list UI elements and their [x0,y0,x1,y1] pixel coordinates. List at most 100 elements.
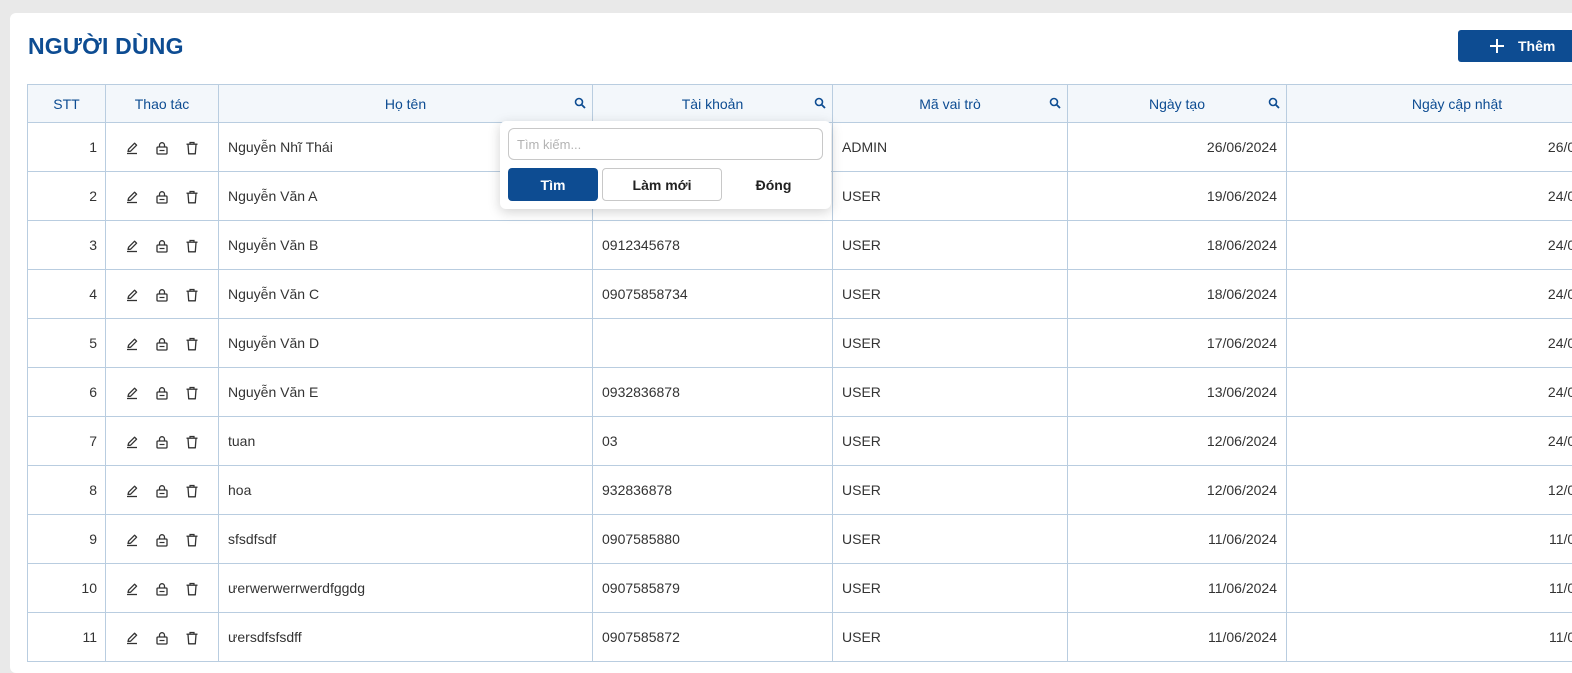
cell-role: USER [833,172,1068,221]
table-row[interactable]: 10ưerwerwerrwerdfggdg0907585879USER11/06… [28,564,1572,613]
col-header-role: Mã vai trò [833,85,1068,123]
trash-icon[interactable] [185,239,199,253]
search-button[interactable]: Tìm [508,168,598,201]
trash-icon[interactable] [185,190,199,204]
table-row[interactable]: 8hoa932836878USER12/06/202412/06/2024 [28,466,1572,515]
cell-updated: 11/06/2024 [1287,613,1572,662]
table-row[interactable]: 7tuan03USER12/06/202424/06/2024 [28,417,1572,466]
trash-icon[interactable] [185,288,199,302]
close-button[interactable]: Đóng [726,168,821,201]
lock-icon[interactable] [155,239,169,253]
pencil-icon[interactable] [125,288,139,302]
table-row[interactable]: 4Nguyễn Văn C09075858734USER18/06/202424… [28,270,1572,319]
cell-created: 13/06/2024 [1068,368,1287,417]
cell-role: USER [833,417,1068,466]
col-header-created: Ngày tạo [1068,85,1287,123]
cell-name: ưersdfsfsdff [219,613,593,662]
cell-created: 18/06/2024 [1068,221,1287,270]
cell-role: USER [833,319,1068,368]
trash-icon[interactable] [185,386,199,400]
cell-stt: 5 [28,319,106,368]
lock-icon[interactable] [155,582,169,596]
cell-actions [106,466,219,515]
search-icon[interactable] [1049,97,1061,109]
trash-icon[interactable] [185,337,199,351]
lock-icon[interactable] [155,141,169,155]
search-icon[interactable] [574,97,586,109]
table-row[interactable]: 9sfsdfsdf0907585880USER11/06/202411/06/2… [28,515,1572,564]
trash-icon[interactable] [185,484,199,498]
cell-name: Nguyễn Văn E [219,368,593,417]
table-row[interactable]: 11ưersdfsfsdff0907585872USER11/06/202411… [28,613,1572,662]
pencil-icon[interactable] [125,337,139,351]
lock-icon[interactable] [155,631,169,645]
page-title: NGƯỜI DÙNG [28,33,184,60]
lock-icon[interactable] [155,190,169,204]
cell-name: hoa [219,466,593,515]
trash-icon[interactable] [185,533,199,547]
reset-button[interactable]: Làm mới [602,168,722,201]
trash-icon[interactable] [185,435,199,449]
col-header-actions: Thao tác [106,85,219,123]
cell-stt: 10 [28,564,106,613]
trash-icon[interactable] [185,141,199,155]
cell-created: 26/06/2024 [1068,123,1287,172]
table-row[interactable]: 5Nguyễn Văn DUSER17/06/202424/06/2024 [28,319,1572,368]
cell-created: 18/06/2024 [1068,270,1287,319]
cell-role: USER [833,466,1068,515]
cell-stt: 2 [28,172,106,221]
cell-name: sfsdfsdf [219,515,593,564]
cell-name: tuan [219,417,593,466]
cell-account: 0907585879 [593,564,833,613]
trash-icon[interactable] [185,582,199,596]
table-header-row: STT Thao tác Họ tên Tài khoản Mã vai trò… [28,85,1572,123]
cell-stt: 4 [28,270,106,319]
cell-role: USER [833,564,1068,613]
cell-account: 03 [593,417,833,466]
cell-updated: 12/06/2024 [1287,466,1572,515]
cell-account [593,319,833,368]
pencil-icon[interactable] [125,239,139,253]
lock-icon[interactable] [155,435,169,449]
cell-account: 09075858734 [593,270,833,319]
pencil-icon[interactable] [125,190,139,204]
lock-icon[interactable] [155,484,169,498]
pencil-icon[interactable] [125,141,139,155]
cell-created: 17/06/2024 [1068,319,1287,368]
cell-stt: 9 [28,515,106,564]
trash-icon[interactable] [185,631,199,645]
add-button[interactable]: Thêm [1458,30,1572,62]
cell-account: 0912345678 [593,221,833,270]
cell-role: USER [833,613,1068,662]
cell-role: USER [833,221,1068,270]
cell-account: 0907585872 [593,613,833,662]
cell-updated: 24/06/2024 [1287,417,1572,466]
cell-updated: 24/06/2024 [1287,221,1572,270]
cell-actions [106,123,219,172]
col-header-stt: STT [28,85,106,123]
cell-stt: 3 [28,221,106,270]
pencil-icon[interactable] [125,533,139,547]
pencil-icon[interactable] [125,435,139,449]
search-icon[interactable] [1268,97,1280,109]
table-row[interactable]: 3Nguyễn Văn B0912345678USER18/06/202424/… [28,221,1572,270]
search-input[interactable] [508,128,823,160]
cell-created: 11/06/2024 [1068,564,1287,613]
cell-actions [106,613,219,662]
lock-icon[interactable] [155,533,169,547]
pencil-icon[interactable] [125,631,139,645]
lock-icon[interactable] [155,337,169,351]
table-row[interactable]: 6Nguyễn Văn E0932836878USER13/06/202424/… [28,368,1572,417]
pencil-icon[interactable] [125,484,139,498]
lock-icon[interactable] [155,288,169,302]
search-icon[interactable] [814,97,826,109]
pencil-icon[interactable] [125,386,139,400]
cell-account: 0907585880 [593,515,833,564]
cell-actions [106,564,219,613]
add-button-label: Thêm [1518,38,1555,54]
lock-icon[interactable] [155,386,169,400]
cell-updated: 24/06/2024 [1287,270,1572,319]
col-header-name: Họ tên [219,85,593,123]
col-header-account: Tài khoản [593,85,833,123]
pencil-icon[interactable] [125,582,139,596]
